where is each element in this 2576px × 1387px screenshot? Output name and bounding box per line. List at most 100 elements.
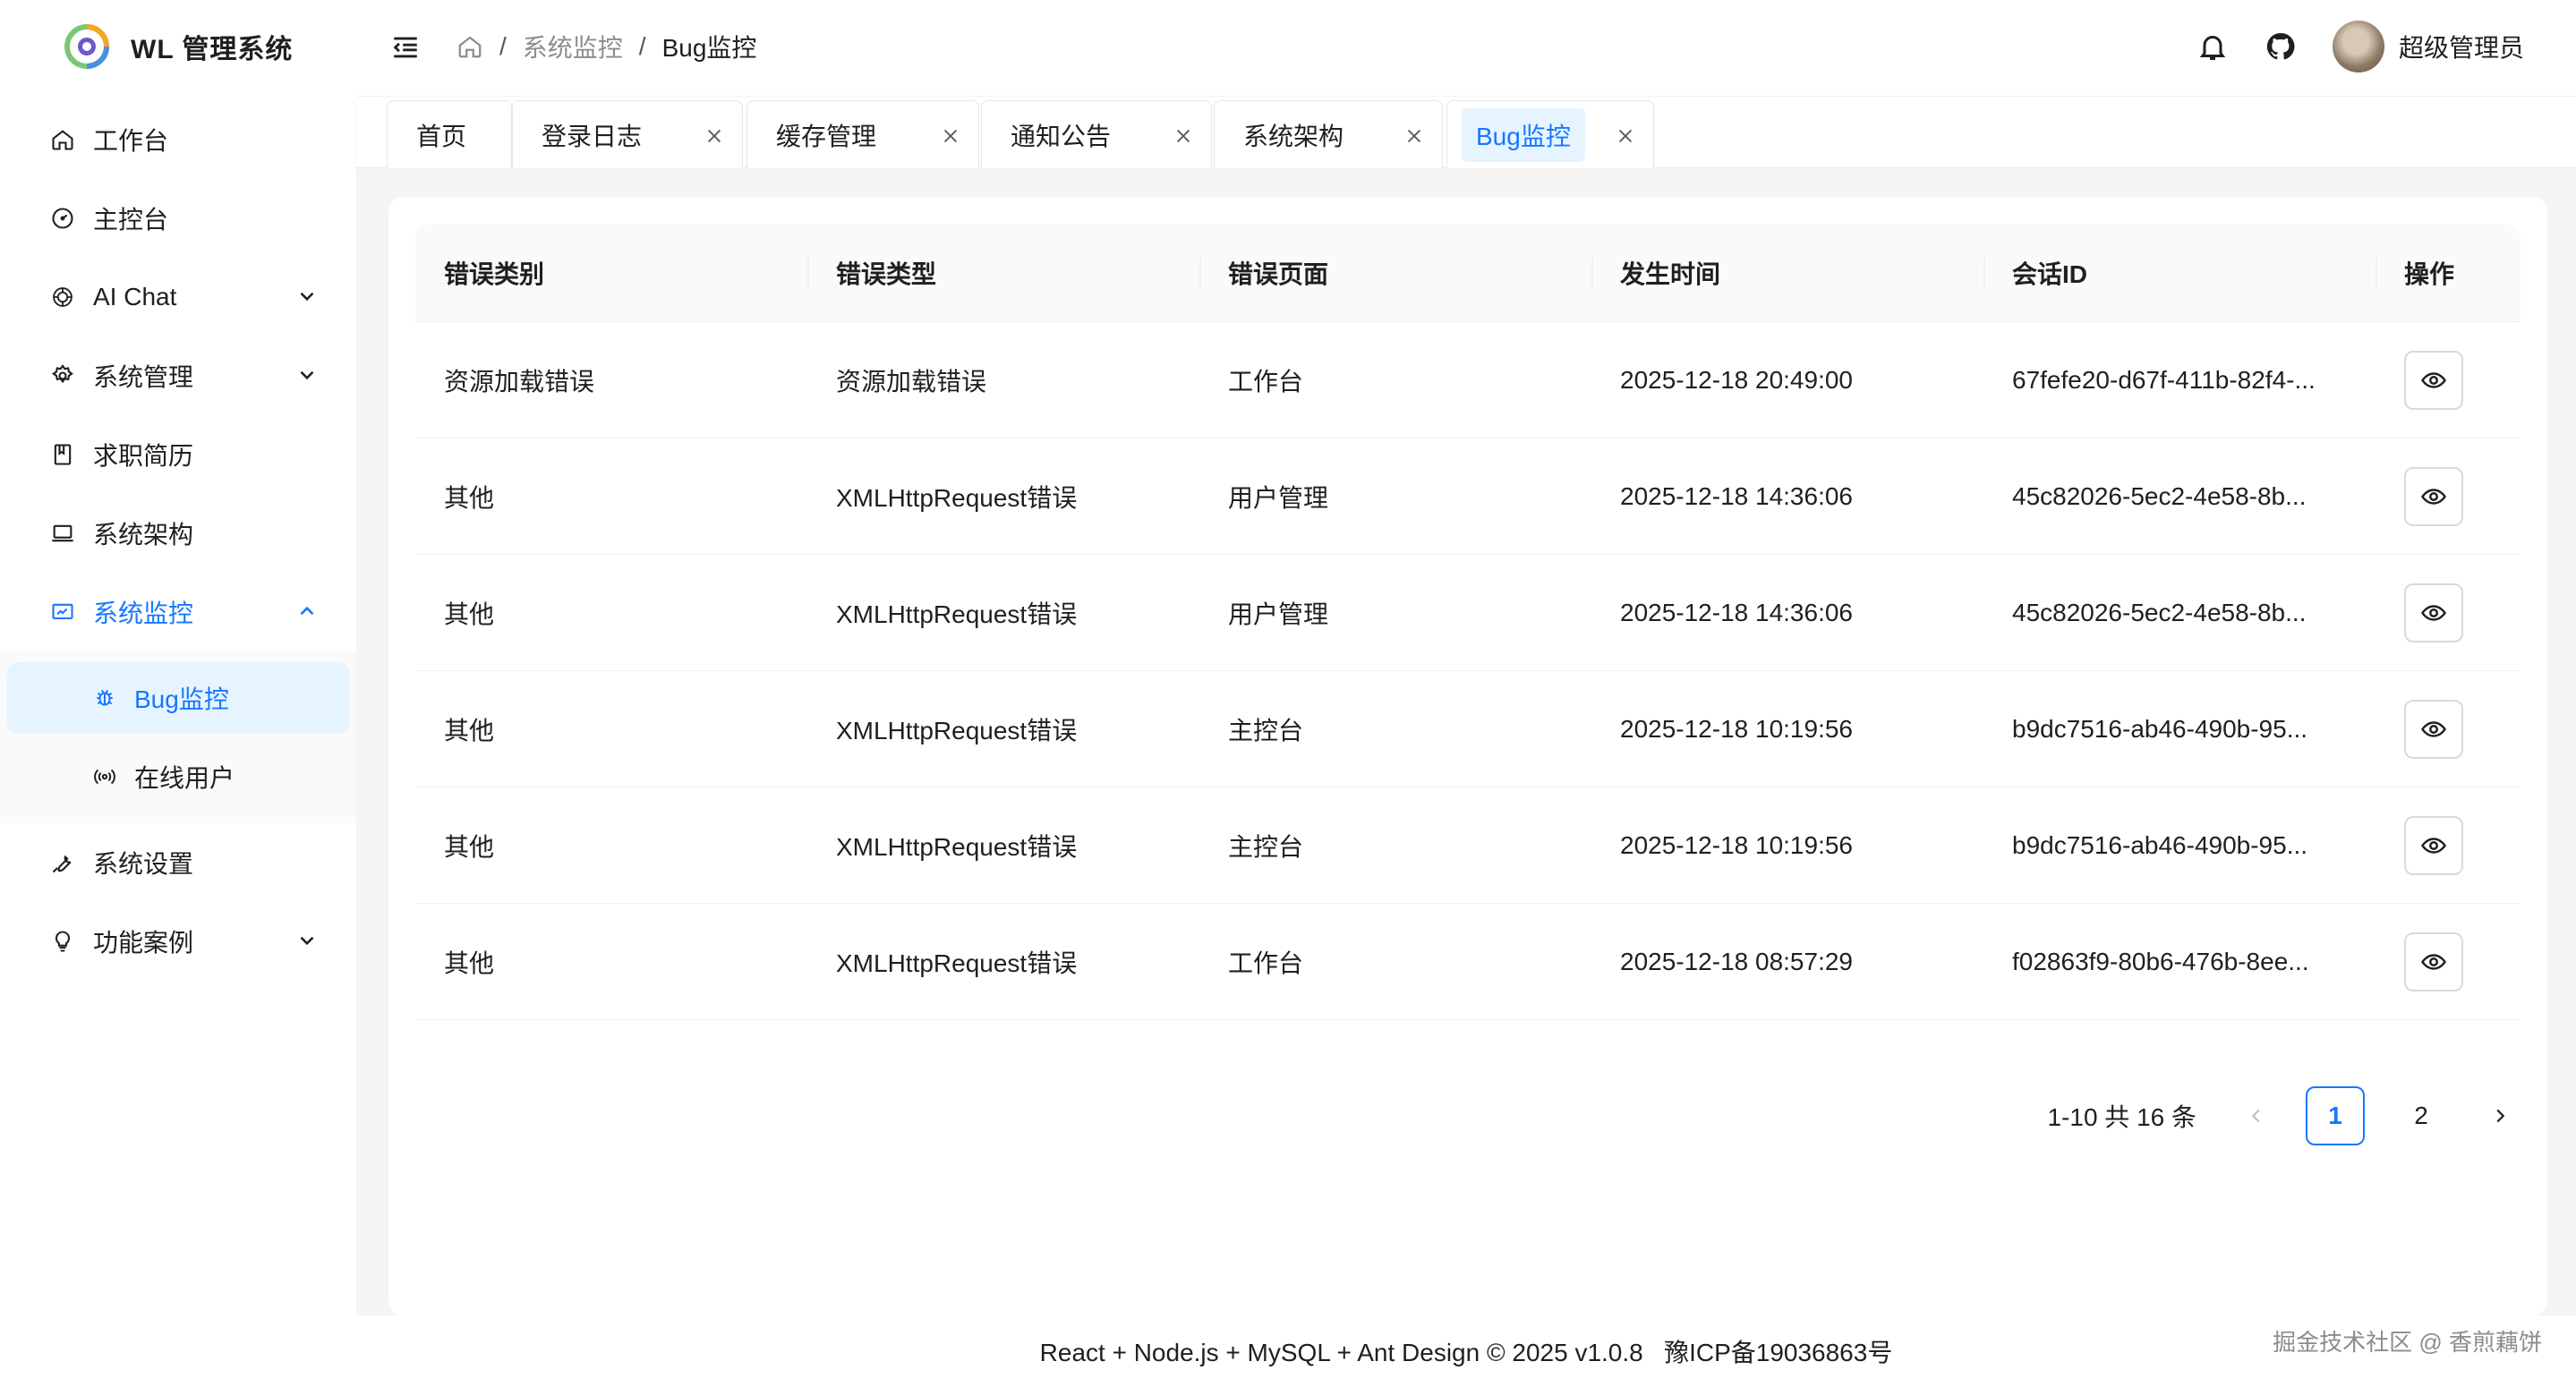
user-menu[interactable]: 超级管理员 <box>2332 21 2524 72</box>
wrench-icon <box>50 850 75 875</box>
logo-icon <box>64 24 109 69</box>
next-page-button[interactable] <box>2478 1086 2522 1145</box>
chevron-down-icon <box>300 936 314 946</box>
page-button-2[interactable]: 2 <box>2392 1086 2451 1145</box>
submenu-system-monitor: Bug监控 在线用户 <box>0 651 356 823</box>
column-header: 会话ID <box>1983 224 2376 322</box>
tab-announcements[interactable]: 通知公告 <box>981 100 1212 168</box>
tab-label: 通知公告 <box>1011 122 1112 150</box>
chevron-up-icon <box>300 606 314 616</box>
sidebar-item-ai-chat[interactable]: AI Chat <box>0 258 356 336</box>
view-button[interactable] <box>2404 466 2463 526</box>
cell-error-page: 工作台 <box>1228 367 1304 396</box>
table-row: 其他 XMLHttpRequest错误 用户管理 2025-12-18 14:3… <box>415 438 2521 555</box>
monitor-icon <box>50 600 75 625</box>
sidebar-item-online-users[interactable]: 在线用户 <box>7 741 349 813</box>
eye-icon <box>2421 953 2446 970</box>
view-button[interactable] <box>2404 583 2463 642</box>
cell-time: 2025-12-18 14:36:06 <box>1620 481 1853 510</box>
sidebar-item-feature-cases[interactable]: 功能案例 <box>0 902 356 981</box>
tab-home[interactable]: 首页 <box>387 100 512 168</box>
column-header: 发生时间 <box>1591 224 1983 322</box>
cell-session-id: 45c82026-5ec2-4e58-8b... <box>2012 481 2307 510</box>
openai-icon <box>50 285 75 310</box>
page-button-1[interactable]: 1 <box>2306 1086 2365 1145</box>
sidebar: WL 管理系统 工作台 主控台 AI Chat 系统管理 求职简历 系统架构 系… <box>0 0 356 1387</box>
sidebar-item-workbench[interactable]: 工作台 <box>0 100 356 179</box>
close-icon[interactable] <box>1404 126 1424 146</box>
table-row: 其他 XMLHttpRequest错误 主控台 2025-12-18 10:19… <box>415 671 2521 787</box>
sidebar-item-label: 系统监控 <box>93 600 194 627</box>
cell-session-id: b9dc7516-ab46-490b-95... <box>2012 714 2308 743</box>
cell-error-page: 用户管理 <box>1228 600 1329 628</box>
breadcrumb-item-current: Bug监控 <box>661 34 757 62</box>
top-header: / 系统监控 / Bug监控 超级管理员 <box>356 0 2576 97</box>
view-button[interactable] <box>2404 350 2463 410</box>
cell-session-id: f02863f9-80b6-476b-8ee... <box>2012 947 2309 975</box>
table-header: 错误类别 错误类型 错误页面 发生时间 会话ID 操作 <box>415 224 2521 322</box>
view-button[interactable] <box>2404 815 2463 875</box>
sidebar-item-system-settings[interactable]: 系统设置 <box>0 823 356 902</box>
table-row: 资源加载错误 资源加载错误 工作台 2025-12-18 20:49:00 67… <box>415 322 2521 438</box>
app-logo[interactable]: WL 管理系统 <box>63 21 293 72</box>
eye-icon <box>2421 488 2446 505</box>
column-header: 错误类型 <box>807 224 1199 322</box>
sidebar-item-label: AI Chat <box>93 283 177 311</box>
table-row: 其他 XMLHttpRequest错误 工作台 2025-12-18 08:57… <box>415 904 2521 1020</box>
sidebar-item-bug-monitor[interactable]: Bug监控 <box>7 662 349 734</box>
close-icon[interactable] <box>1173 126 1193 146</box>
sidebar-item-resume[interactable]: 求职简历 <box>0 415 356 494</box>
tab-login-log[interactable]: 登录日志 <box>512 100 743 168</box>
cell-error-page: 主控台 <box>1228 716 1304 745</box>
sidebar-item-architecture[interactable]: 系统架构 <box>0 494 356 573</box>
sidebar-item-dashboard[interactable]: 主控台 <box>0 179 356 258</box>
cell-actions <box>2376 466 2521 526</box>
cell-error-type: XMLHttpRequest错误 <box>836 716 1078 745</box>
bug-table: 错误类别 错误类型 错误页面 发生时间 会话ID 操作 资源加载错误 资源加载错… <box>415 224 2521 1020</box>
dashboard-icon <box>50 206 75 231</box>
tab-architecture[interactable]: 系统架构 <box>1214 100 1443 168</box>
cell-actions <box>2376 815 2521 875</box>
cell-actions <box>2376 350 2521 410</box>
view-button[interactable] <box>2404 699 2463 759</box>
bug-icon <box>93 686 116 710</box>
watermark: 掘金技术社区 @ 香煎藕饼 <box>2273 1329 2542 1356</box>
sidebar-item-system-management[interactable]: 系统管理 <box>0 336 356 415</box>
home-icon[interactable] <box>456 33 483 60</box>
prev-page-button[interactable] <box>2234 1086 2279 1145</box>
cell-error-type: XMLHttpRequest错误 <box>836 949 1078 977</box>
cell-error-category: 其他 <box>444 949 495 977</box>
close-icon[interactable] <box>941 126 960 146</box>
cell-session-id: 45c82026-5ec2-4e58-8b... <box>2012 598 2307 626</box>
close-icon[interactable] <box>1616 126 1635 146</box>
bell-icon[interactable] <box>2196 30 2229 63</box>
column-header: 错误页面 <box>1199 224 1591 322</box>
tab-label: 系统架构 <box>1243 122 1344 150</box>
cell-error-category: 其他 <box>444 832 495 861</box>
view-button[interactable] <box>2404 932 2463 991</box>
cell-time: 2025-12-18 08:57:29 <box>1620 947 1853 975</box>
sidebar-item-label: 主控台 <box>93 206 169 234</box>
tab-cache-management[interactable]: 缓存管理 <box>746 100 979 168</box>
tab-bug-monitor[interactable]: Bug监控 <box>1446 100 1654 168</box>
menu-fold-icon[interactable] <box>390 32 421 63</box>
cell-error-page: 主控台 <box>1228 832 1304 861</box>
cell-error-type: 资源加载错误 <box>836 367 987 396</box>
cell-actions <box>2376 583 2521 642</box>
sidebar-item-label: 系统架构 <box>93 521 194 549</box>
sidebar-item-system-monitor[interactable]: 系统监控 <box>0 573 356 651</box>
bulb-icon <box>50 929 75 954</box>
footer-text: React + Node.js + MySQL + Ant Design © 2… <box>1039 1339 1893 1366</box>
breadcrumb: / 系统监控 / Bug监控 <box>456 27 756 66</box>
cell-session-id: 67fefe20-d67f-411b-82f4-... <box>2012 365 2316 394</box>
eye-icon <box>2421 604 2446 621</box>
breadcrumb-separator: / <box>499 32 507 60</box>
tab-label: 首页 <box>416 122 467 150</box>
breadcrumb-item-system-monitor[interactable]: 系统监控 <box>523 29 623 64</box>
github-icon[interactable] <box>2265 30 2297 63</box>
app-title: WL 管理系统 <box>131 35 294 64</box>
cell-time: 2025-12-18 14:36:06 <box>1620 598 1853 626</box>
column-header: 操作 <box>2376 224 2521 322</box>
cell-time: 2025-12-18 20:49:00 <box>1620 365 1853 394</box>
close-icon[interactable] <box>704 126 724 146</box>
